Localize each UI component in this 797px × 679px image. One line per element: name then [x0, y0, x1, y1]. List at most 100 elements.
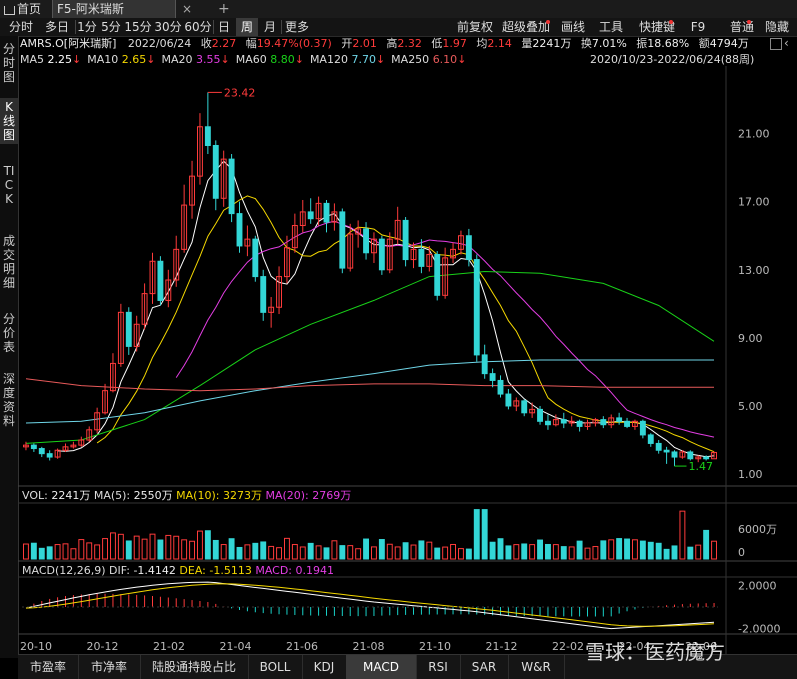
volume-bar — [679, 510, 686, 560]
price-axis-label: 21.00 — [738, 128, 770, 141]
volume-bar — [576, 540, 583, 560]
volume-bar — [204, 530, 211, 560]
period-2-button[interactable]: 1分 — [76, 18, 98, 36]
volume-bar — [244, 544, 251, 560]
volume-bar — [38, 547, 45, 560]
toolbar-right-7-button[interactable]: 隐藏 — [760, 18, 794, 36]
indicator-tab-0[interactable]: 市盈率 — [18, 655, 79, 679]
candle-body — [545, 420, 551, 426]
date-axis-label: 21-02 — [153, 640, 185, 653]
candle-body — [703, 456, 710, 460]
settings-gear-icon[interactable] — [770, 38, 782, 50]
kline-chart[interactable]: 21.00 17.00 13.00 9.00 5.00 1.00 23.42 1.47 VOL:… — [18, 66, 797, 654]
avg-price: 2.14 — [487, 37, 512, 50]
low-price: 1.97 — [442, 37, 467, 50]
volume-bar — [276, 547, 282, 560]
stock-name: AMRS.O[阿米瑞斯] — [20, 37, 117, 50]
candle-body — [655, 442, 662, 451]
candle-body — [260, 276, 267, 313]
volume-bar — [584, 547, 591, 560]
notification-dot-icon — [669, 20, 673, 24]
volume-bar — [252, 542, 259, 560]
candle-body — [204, 126, 211, 147]
sidebar-item-2[interactable]: TICK — [0, 162, 18, 222]
volume-bar — [307, 542, 314, 560]
candle-body — [600, 419, 607, 426]
collapse-chevron-icon[interactable]: ‹ — [784, 36, 789, 50]
toolbar-right-1-button[interactable]: 超级叠加 — [499, 18, 553, 36]
period-4-button[interactable]: 15分 — [124, 18, 152, 36]
period-7-button[interactable]: 日 — [214, 18, 234, 36]
sidebar-item-0[interactable]: 分时图 — [0, 40, 18, 86]
date-axis-label: 21-08 — [353, 640, 385, 653]
volume-bar — [149, 533, 156, 560]
volume-bar — [663, 548, 670, 560]
candle-body — [402, 219, 409, 261]
indicator-tab-2[interactable]: 陆股通持股占比 — [140, 655, 249, 679]
volume-bar — [173, 535, 180, 560]
candle-body — [521, 400, 528, 414]
candle-body — [537, 408, 543, 422]
indicator-tab-5[interactable]: MACD — [346, 655, 417, 679]
indicator-tab-8[interactable]: W&R — [508, 655, 565, 679]
volume-bar — [608, 539, 615, 560]
volume-bar — [402, 542, 409, 560]
volume-bar — [703, 529, 710, 560]
volume-bar — [181, 539, 188, 560]
indicator-tab-7[interactable]: SAR — [460, 655, 509, 679]
period-6-button[interactable]: 60分 — [184, 18, 212, 36]
candle-body — [505, 393, 512, 407]
volume-bar — [315, 545, 322, 560]
period-5-button[interactable]: 30分 — [154, 18, 182, 36]
high-price: 2.32 — [397, 37, 422, 50]
open-price: 2.01 — [352, 37, 377, 50]
period-3-button[interactable]: 5分 — [100, 18, 122, 36]
volume-bar — [481, 509, 488, 560]
turnover: 7.01% — [591, 37, 627, 50]
candle-body — [38, 448, 45, 455]
volume-bar — [671, 545, 678, 560]
quote-date: 2022/06/24 — [127, 37, 192, 50]
toolbar-right-3-button[interactable]: 工具 — [596, 18, 626, 36]
tab-current-stock[interactable]: F5-阿米瑞斯 AMRS.O — [52, 0, 176, 34]
add-tab-icon[interactable]: + — [218, 0, 230, 18]
home-tab[interactable]: 首页 — [4, 0, 41, 18]
period-10-button[interactable]: 更多 — [282, 18, 312, 36]
toolbar-right-5-button[interactable]: F9 — [688, 18, 708, 36]
sidebar-item-5[interactable]: 深度资料 — [0, 370, 18, 430]
indicator-tab-6[interactable]: RSI — [416, 655, 461, 679]
sidebar-item-1[interactable]: K线图 — [0, 98, 18, 144]
period-9-button[interactable]: 月 — [260, 18, 280, 36]
candle-body — [236, 213, 243, 247]
volume-bar — [632, 539, 638, 560]
notification-dot-icon — [546, 20, 550, 24]
close-icon[interactable]: × — [182, 0, 192, 18]
period-8-button[interactable]: 周 — [236, 18, 258, 36]
amplitude: 18.68% — [647, 37, 690, 50]
candle-body — [212, 145, 219, 199]
indicator-tab-1[interactable]: 市净率 — [78, 655, 141, 679]
candle-body — [647, 434, 654, 444]
date-axis-label: 21-06 — [286, 640, 318, 653]
candle-body — [125, 311, 132, 347]
sidebar-item-4[interactable]: 分价表 — [0, 310, 18, 356]
volume-bar — [489, 541, 496, 560]
view-sidebar: 分时图 K线图 TICK 成交明细分价表深度资料 — [0, 36, 19, 658]
candle-body — [339, 211, 346, 269]
volume-bar — [355, 548, 362, 560]
toolbar-right-6-button[interactable]: 普通 — [729, 18, 755, 36]
indicator-tab-3[interactable]: BOLL — [248, 655, 303, 679]
toolbar-right-4-button[interactable]: 快捷键 — [634, 18, 680, 36]
toolbar-right-2-button[interactable]: 画线 — [558, 18, 588, 36]
volume-bar — [647, 541, 654, 560]
toolbar-right-0-button[interactable]: 前复权 — [455, 18, 495, 36]
volume-bar — [426, 541, 433, 560]
volume-bar — [94, 544, 101, 560]
sidebar-item-3[interactable]: 成交明细 — [0, 232, 18, 292]
volume-bar — [268, 545, 275, 560]
period-0-button[interactable]: 分时 — [4, 18, 38, 36]
period-1-button[interactable]: 多日 — [40, 18, 74, 36]
candle-body — [323, 202, 330, 223]
indicator-tab-4[interactable]: KDJ — [302, 655, 347, 679]
volume-bar — [165, 534, 172, 560]
